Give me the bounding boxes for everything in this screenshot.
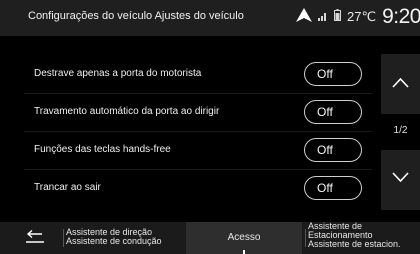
page-title: Configurações do veículo Ajustes do veíc… — [28, 10, 244, 22]
setting-label-hands-free-keys: Funções das teclas hands-free — [34, 144, 171, 155]
tab-label: Acesso — [227, 232, 261, 243]
row-divider — [24, 131, 372, 132]
header-bar: Configurações do veículo Ajustes do veíc… — [0, 0, 420, 36]
navigation-arrow-icon — [296, 7, 312, 27]
tab-access[interactable]: Acesso — [186, 222, 302, 254]
back-arrow-icon — [26, 229, 44, 243]
toggle-auto-lock-driving[interactable]: Off — [304, 100, 362, 124]
tab-parking-assistant[interactable]: Assistente de Estacionamento Assistente … — [308, 222, 420, 254]
chevron-down-icon — [392, 172, 409, 182]
clock-time: 9:20 — [382, 5, 420, 28]
chevron-up-icon — [392, 78, 409, 88]
settings-list: Destrave apenas a porta do motorista Off… — [24, 62, 372, 214]
setting-row: Destrave apenas a porta do motorista Off — [24, 62, 372, 94]
active-tab-indicator — [243, 250, 245, 254]
back-button[interactable] — [22, 229, 48, 246]
toggle-lock-on-exit[interactable]: Off — [304, 176, 362, 200]
tab-divider — [63, 229, 64, 247]
page-down-button[interactable] — [381, 150, 420, 210]
tab-label-line: Assistente de condução — [66, 236, 162, 246]
tab-divider — [305, 229, 306, 247]
page-up-button[interactable] — [381, 54, 420, 114]
bottom-nav-bar: Assistente de direção Assistente de cond… — [0, 222, 420, 254]
setting-row: Trancar ao sair Off — [24, 176, 372, 202]
toggle-hands-free-keys[interactable]: Off — [304, 138, 362, 162]
toggle-value: Off — [317, 105, 333, 119]
setting-label-lock-on-exit: Trancar ao sair — [34, 182, 101, 193]
status-area: 27℃ 9:20 AM — [296, 4, 420, 30]
vehicle-settings-screen: Configurações do veículo Ajustes do veíc… — [0, 0, 420, 254]
setting-row: Funções das teclas hands-free Off — [24, 138, 372, 170]
toggle-value: Off — [317, 67, 333, 81]
pager: 1/2 — [381, 54, 420, 210]
tab-label-line: Assistente de estacion. — [308, 239, 401, 249]
page-indicator: 1/2 — [393, 125, 408, 136]
toggle-value: Off — [317, 181, 333, 195]
row-divider — [24, 169, 372, 170]
setting-label-driver-door-unlock: Destrave apenas a porta do motorista — [34, 68, 202, 79]
tab-driving-assistant[interactable]: Assistente de direção Assistente de cond… — [66, 222, 184, 254]
toggle-value: Off — [317, 143, 333, 157]
row-divider — [24, 93, 372, 94]
setting-label-auto-lock-driving: Travamento automático da porta ao dirigi… — [34, 106, 220, 117]
setting-row: Travamento automático da porta ao dirigi… — [24, 100, 372, 132]
signal-bars-icon — [318, 8, 328, 26]
toggle-driver-door-unlock[interactable]: Off — [304, 62, 362, 86]
outside-temperature: 27℃ — [347, 9, 377, 24]
phone-battery-icon — [334, 8, 341, 26]
